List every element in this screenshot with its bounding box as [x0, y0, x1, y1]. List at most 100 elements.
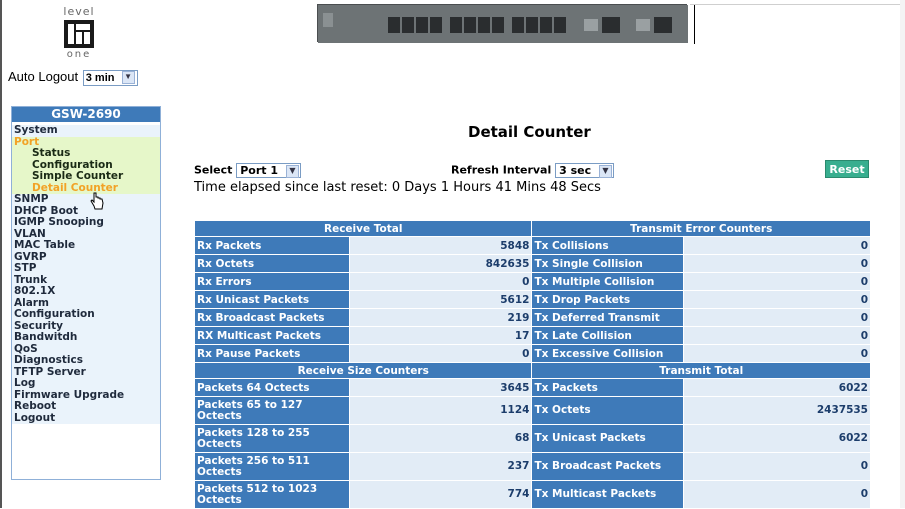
- tx-value: 0: [683, 272, 871, 291]
- rx-label: RX Multicast Packets: [194, 326, 350, 345]
- sidebar-item-diagnostics[interactable]: Diagnostics: [12, 355, 160, 367]
- tx-value: 0: [683, 452, 871, 481]
- rx-label: Rx Errors: [194, 272, 350, 291]
- sidebar-item-alarm[interactable]: Alarm: [12, 297, 160, 309]
- tx-label: Tx Excessive Collision: [531, 344, 685, 363]
- sidebar-item-log[interactable]: Log: [12, 378, 160, 390]
- auto-logout-value: 3 min: [85, 71, 115, 84]
- tx-value: 0: [683, 344, 871, 363]
- tx-value: 0: [683, 254, 871, 273]
- tx-label: Tx Drop Packets: [531, 290, 685, 309]
- rx-label: Rx Broadcast Packets: [194, 308, 350, 327]
- rx-value: 219: [348, 308, 533, 327]
- tx-value: 0: [683, 236, 871, 255]
- switch-port: [464, 17, 476, 33]
- switch-port: [388, 17, 400, 33]
- sidebar-item-dhcp-boot[interactable]: DHCP Boot: [12, 205, 160, 217]
- tx-label: Tx Octets: [531, 396, 685, 425]
- rx-value: 5612: [348, 290, 533, 309]
- menu-title: GSW-2690: [12, 107, 160, 122]
- table-row: Rx Broadcast Packets 219 Tx Deferred Trans…: [194, 308, 871, 327]
- table-row: Rx Pause Packets 0 Tx Excessive Collision 0: [194, 344, 871, 363]
- refresh-label: Refresh Interval: [451, 163, 552, 177]
- switch-port: [492, 17, 504, 33]
- left-frame: level one Auto Logout 3 min ▼ GSW-2690 S…: [0, 0, 172, 508]
- sidebar-item-detail-counter[interactable]: Detail Counter: [12, 182, 160, 194]
- hand-cursor-icon: [90, 192, 104, 210]
- rx-label: Packets 64 Octects: [194, 378, 350, 397]
- levelone-logo: level one: [56, 6, 102, 68]
- chevron-down-icon[interactable]: ▼: [285, 164, 299, 178]
- tx-label: Tx Collisions: [531, 236, 685, 255]
- sidebar-item-snmp[interactable]: SNMP: [12, 194, 160, 206]
- rx-value: 68: [348, 424, 533, 453]
- counter-table: Receive Total Transmit Error Counters Rx…: [193, 220, 871, 509]
- sidebar-item-vlan[interactable]: VLAN: [12, 228, 160, 240]
- sidebar-item-status[interactable]: Status: [12, 148, 160, 160]
- sidebar-item-802-1x[interactable]: 802.1X: [12, 286, 160, 298]
- tx-label: Tx Late Collision: [531, 326, 685, 345]
- sidebar-item-mac-table[interactable]: MAC Table: [12, 240, 160, 252]
- refresh-select[interactable]: 3 sec ▼: [555, 163, 614, 178]
- transmit-total-header: Transmit Total: [531, 362, 871, 379]
- table-row: Packets 256 to 511 Octects 237 Tx Broadcas…: [194, 452, 871, 481]
- receive-total-header: Receive Total: [193, 220, 533, 237]
- chevron-down-icon[interactable]: ▼: [598, 164, 612, 178]
- tx-value: 2437535: [683, 396, 871, 425]
- sidebar-item-port[interactable]: Port: [12, 136, 160, 148]
- rx-value: 237: [348, 452, 533, 481]
- sidebar-item-security[interactable]: Security: [12, 320, 160, 332]
- refresh-select-value: 3 sec: [559, 164, 592, 177]
- sidebar-item-qos[interactable]: QoS: [12, 343, 160, 355]
- sidebar-item-igmp-snooping[interactable]: IGMP Snooping: [12, 217, 160, 229]
- tx-label: Tx Unicast Packets: [531, 424, 685, 453]
- rx-value: 17: [348, 326, 533, 345]
- sidebar-item-gvrp[interactable]: GVRP: [12, 251, 160, 263]
- logo-word-top: level: [63, 5, 95, 18]
- rx-value: 0: [348, 272, 533, 291]
- table-row: Packets 128 to 255 Octects 68 Tx Unicast P…: [194, 424, 871, 453]
- page-title: Detail Counter: [468, 123, 591, 141]
- table-row: Rx Errors 0 Tx Multiple Collision 0: [194, 272, 871, 291]
- rx-value: 3645: [348, 378, 533, 397]
- tx-label: Tx Packets: [531, 378, 685, 397]
- elapsed-time: Time elapsed since last reset: 0 Days 1 …: [194, 180, 601, 195]
- sidebar-item-stp[interactable]: STP: [12, 263, 160, 275]
- switch-port: [450, 17, 462, 33]
- rx-label: Packets 65 to 127 Octects: [194, 396, 350, 425]
- sidebar-item-firmware-upgrade[interactable]: Firmware Upgrade: [12, 389, 160, 401]
- sidebar-item-reboot[interactable]: Reboot: [12, 401, 160, 413]
- sidebar-menu: GSW-2690 System Port Status Configuration Si…: [11, 106, 161, 480]
- auto-logout: Auto Logout 3 min ▼: [8, 69, 138, 86]
- refresh-group: Refresh Interval 3 sec ▼: [451, 163, 614, 178]
- select-label: Select: [194, 163, 233, 177]
- sidebar-item-bandwitdh[interactable]: Bandwitdh: [12, 332, 160, 344]
- sidebar-item-logout[interactable]: Logout: [12, 412, 160, 424]
- chevron-down-icon[interactable]: ▼: [121, 71, 135, 85]
- logo-word-bottom: one: [66, 49, 92, 60]
- auto-logout-select[interactable]: 3 min ▼: [82, 69, 138, 86]
- scrollbar[interactable]: [900, 0, 905, 508]
- switch-port: [512, 17, 524, 33]
- rx-label: Rx Octets: [194, 254, 350, 273]
- rx-value: 5848: [348, 236, 533, 255]
- switch-port: [416, 17, 428, 33]
- tx-label: Tx Multicast Packets: [531, 480, 685, 509]
- tx-label: Tx Broadcast Packets: [531, 452, 685, 481]
- port-select[interactable]: Port 1 ▼: [236, 163, 301, 178]
- logo-mark-icon: [64, 20, 94, 48]
- reset-button[interactable]: Reset: [825, 160, 869, 178]
- auto-logout-label: Auto Logout: [8, 69, 79, 84]
- sidebar-item-configuration[interactable]: Configuration: [12, 159, 160, 171]
- sidebar-item-configuration[interactable]: Configuration: [12, 309, 160, 321]
- rx-value: 1124: [348, 396, 533, 425]
- header-divider: [694, 4, 695, 44]
- sidebar-item-tftp-server[interactable]: TFTP Server: [12, 366, 160, 378]
- table-row: Packets 512 to 1023 Octects 774 Tx Multica…: [194, 480, 871, 509]
- sidebar-item-trunk[interactable]: Trunk: [12, 274, 160, 286]
- switch-port: [402, 17, 414, 33]
- sidebar-item-system[interactable]: System: [12, 125, 160, 137]
- switch-panel-image: [317, 4, 688, 43]
- sidebar-item-simple-counter[interactable]: Simple Counter: [12, 171, 160, 183]
- tx-value: 0: [683, 326, 871, 345]
